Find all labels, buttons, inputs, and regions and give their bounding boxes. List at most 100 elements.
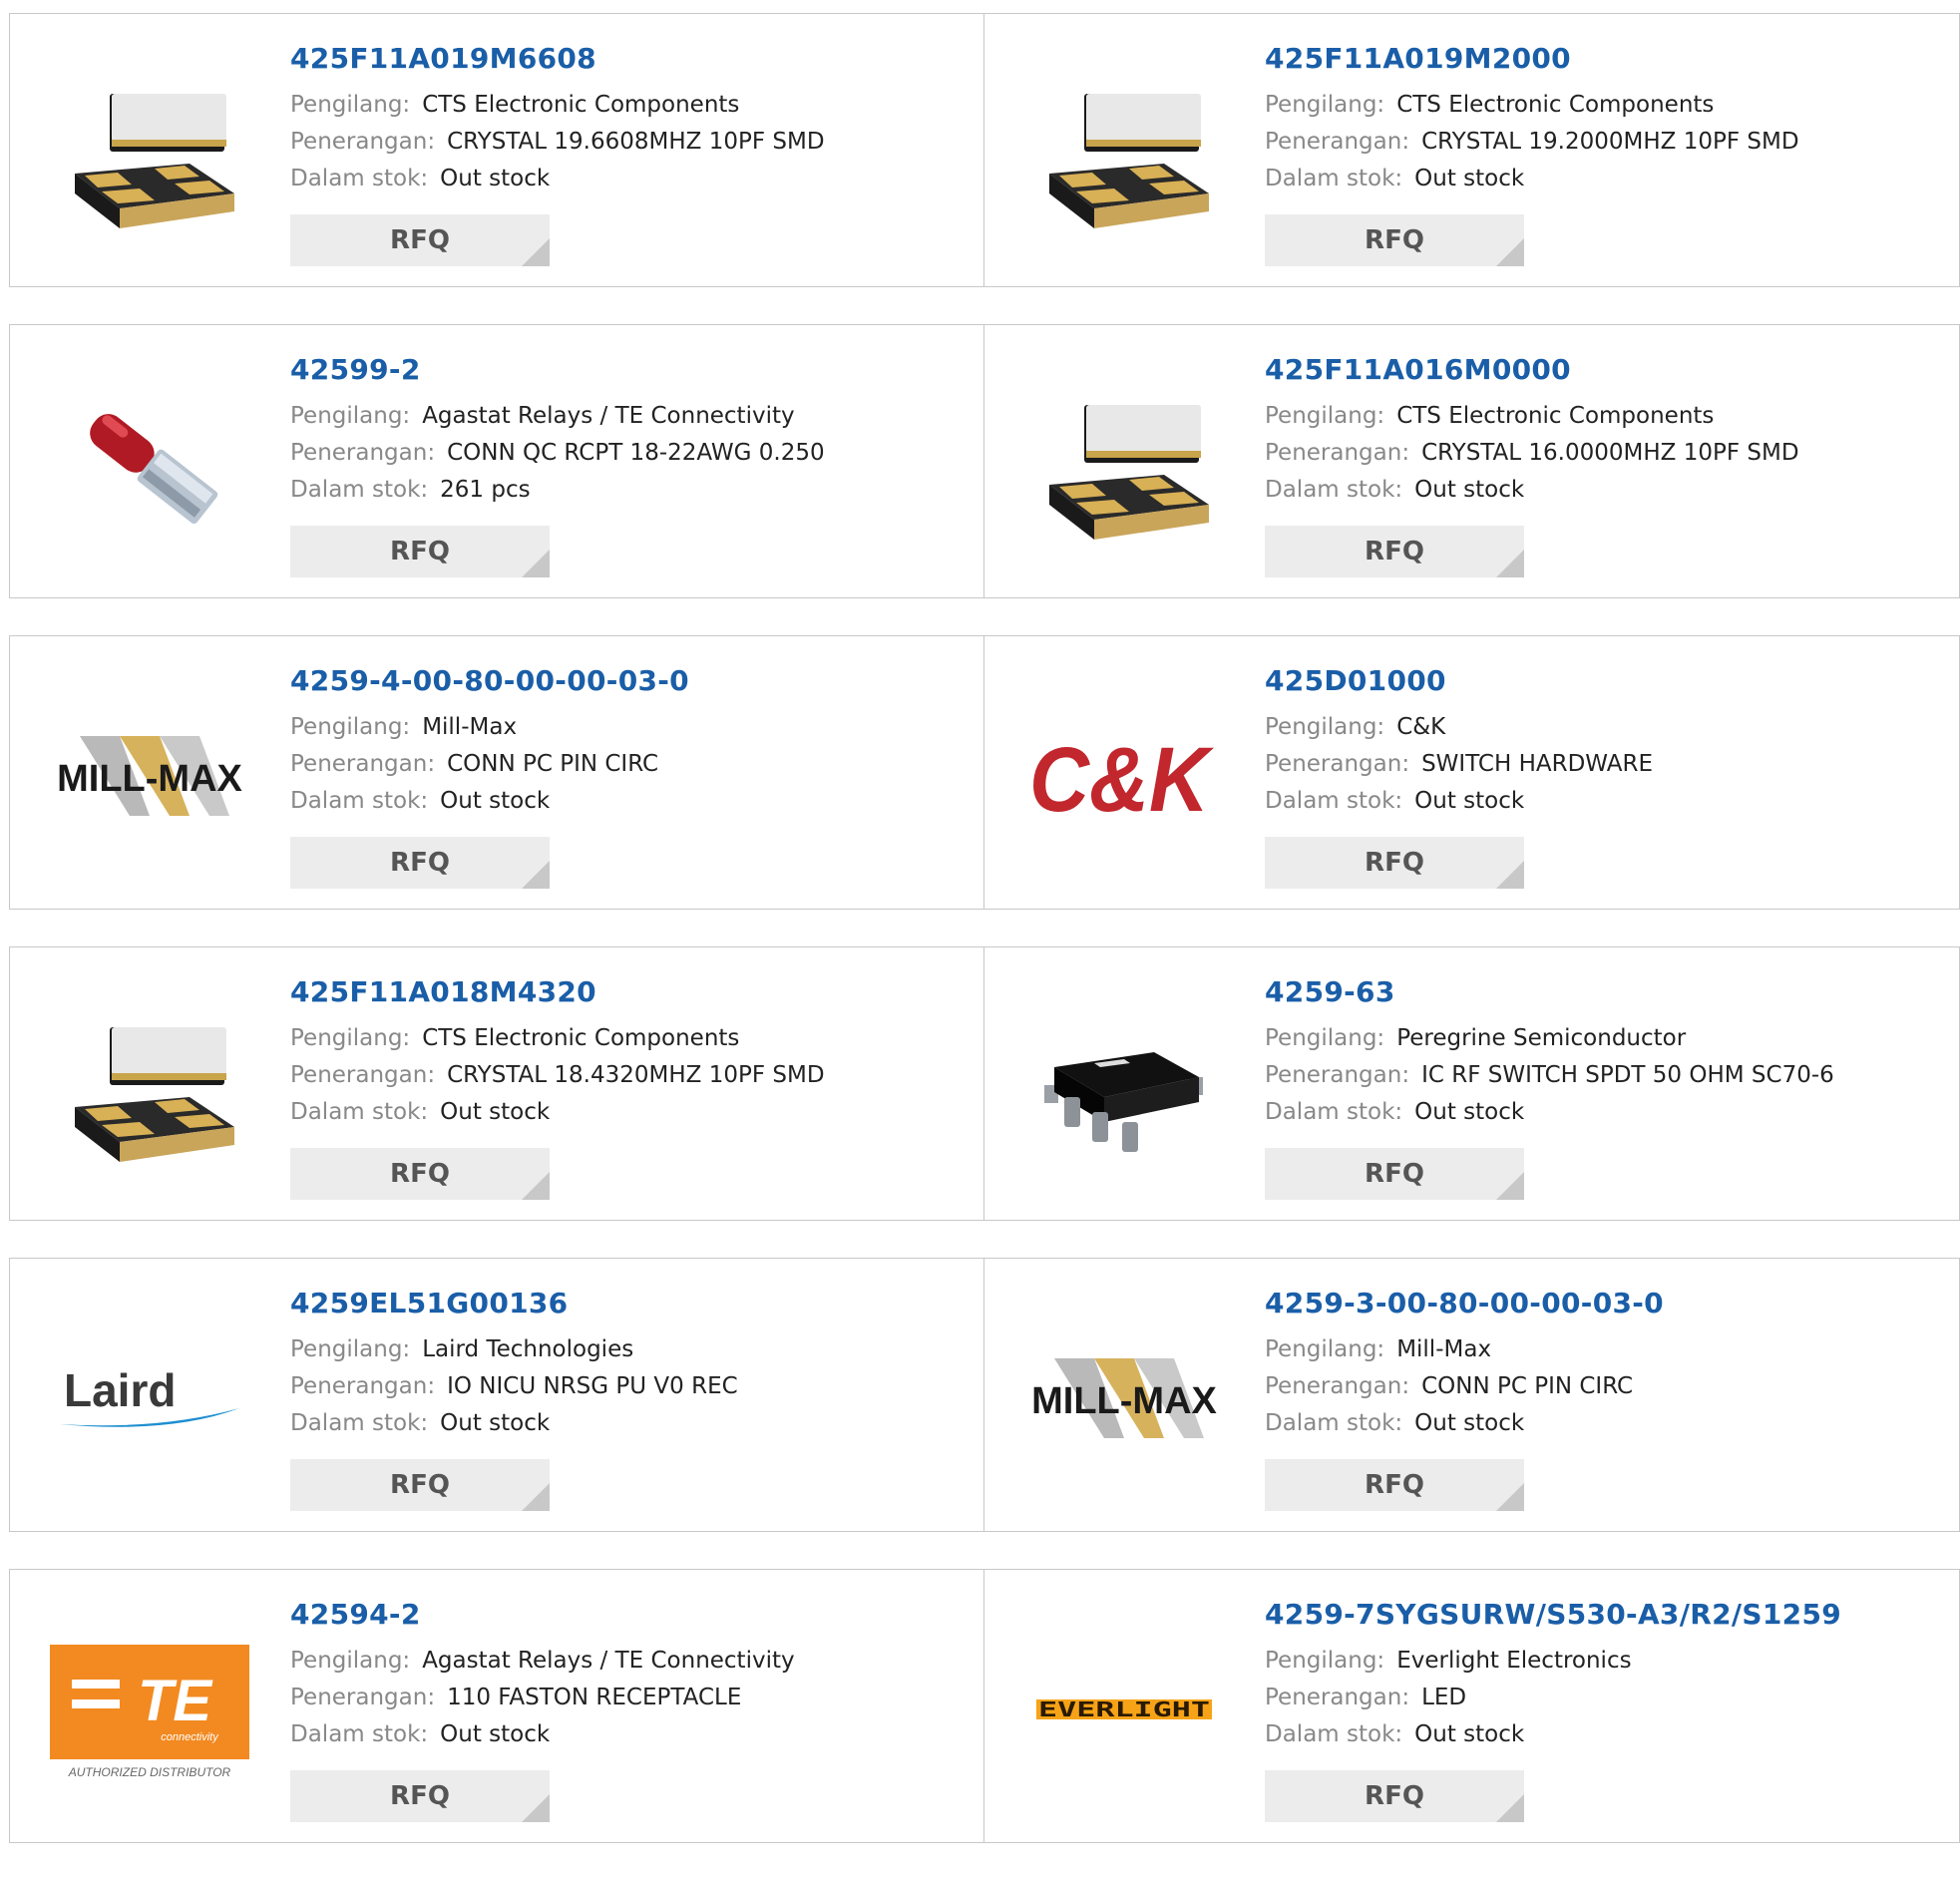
rfq-button[interactable]: RFQ [1265, 837, 1524, 889]
product-image[interactable]: TE connectivity AUTHORIZED DISTRIBUTOR [50, 1610, 249, 1809]
stock-value: Out stock [1414, 1721, 1525, 1747]
manufacturer-label: Pengilang: [1265, 714, 1385, 740]
manufacturer-value: C&K [1396, 714, 1446, 740]
te-logo-subtext: connectivity [161, 1731, 219, 1743]
manufacturer-label: Pengilang: [290, 1025, 411, 1051]
manufacturer-line: Pengilang: C&K [1265, 709, 1939, 746]
stock-label: Dalam stok: [1265, 1410, 1403, 1436]
manufacturer-value: Agastat Relays / TE Connectivity [422, 403, 795, 429]
part-number-link[interactable]: 4259-4-00-80-00-00-03-0 [290, 664, 964, 698]
rfq-button[interactable]: RFQ [290, 1770, 550, 1822]
part-number-link[interactable]: 425F11A018M4320 [290, 975, 964, 1009]
product-info: 4259EL51G00136 Pengilang: Laird Technolog… [290, 1287, 964, 1442]
description-label: Penerangan: [1265, 1373, 1410, 1399]
rfq-button[interactable]: RFQ [290, 837, 550, 889]
stock-line: Dalam stok: Out stock [290, 1405, 964, 1442]
description-value: IO NICU NRSG PU V0 REC [447, 1373, 738, 1399]
stock-value: Out stock [440, 1721, 551, 1747]
rfq-button[interactable]: RFQ [290, 1148, 550, 1200]
stock-label: Dalam stok: [290, 166, 429, 191]
manufacturer-label: Pengilang: [290, 403, 411, 429]
manufacturer-value: Peregrine Semiconductor [1396, 1025, 1687, 1051]
description-value: CONN QC RCPT 18-22AWG 0.250 [447, 440, 825, 466]
manufacturer-line: Pengilang: CTS Electronic Components [1265, 87, 1939, 124]
stock-line: Dalam stok: Out stock [1265, 783, 1939, 820]
product-image[interactable]: Laird [50, 1299, 249, 1498]
product-info: 4259-7SYGSURW/S530-A3/R2/S1259 Pengilang… [1265, 1598, 1939, 1753]
stock-label: Dalam stok: [290, 1721, 429, 1747]
rfq-button[interactable]: RFQ [1265, 1148, 1524, 1200]
description-value: CRYSTAL 19.2000MHZ 10PF SMD [1421, 129, 1799, 155]
stock-label: Dalam stok: [290, 1099, 429, 1125]
part-number-link[interactable]: 4259-7SYGSURW/S530-A3/R2/S1259 [1265, 1598, 1939, 1632]
mill-max-logo-text: MILL-MAX [57, 758, 242, 800]
crystal-smd-icon [1049, 94, 1209, 228]
product-image[interactable] [50, 54, 249, 253]
manufacturer-line: Pengilang: Agastat Relays / TE Connectivi… [290, 398, 964, 435]
part-number-link[interactable]: 425F11A016M0000 [1265, 353, 1939, 387]
product-card: 42599-2 Pengilang: Agastat Relays / TE Co… [9, 324, 984, 598]
description-value: CONN PC PIN CIRC [1421, 1373, 1634, 1399]
product-image[interactable]: C&K [1024, 676, 1224, 876]
ck-logo: C&K [1029, 729, 1215, 831]
product-row: 42599-2 Pengilang: Agastat Relays / TE Co… [9, 324, 1960, 598]
product-image[interactable] [1024, 987, 1224, 1187]
rfq-button[interactable]: RFQ [290, 1459, 550, 1511]
manufacturer-line: Pengilang: Laird Technologies [290, 1331, 964, 1368]
manufacturer-value: CTS Electronic Components [422, 1025, 740, 1051]
description-line: Penerangan: IC RF SWITCH SPDT 50 OHM SC70… [1265, 1057, 1939, 1094]
product-card: 425F11A016M0000 Pengilang: CTS Electronic… [984, 324, 1960, 598]
product-image[interactable]: MILL-MAX [1024, 1299, 1224, 1498]
product-row: MILL-MAX 4259-4-00-80-00-00-03-0 Pengila… [9, 635, 1960, 910]
part-number-link[interactable]: 4259-63 [1265, 975, 1939, 1009]
part-number-link[interactable]: 4259EL51G00136 [290, 1287, 964, 1320]
description-label: Penerangan: [1265, 1062, 1410, 1088]
rfq-button[interactable]: RFQ [1265, 1459, 1524, 1511]
manufacturer-value: CTS Electronic Components [1396, 92, 1715, 118]
stock-label: Dalam stok: [1265, 1721, 1403, 1747]
rfq-button[interactable]: RFQ [290, 214, 550, 266]
part-number-link[interactable]: 425F11A019M2000 [1265, 42, 1939, 76]
stock-value: Out stock [440, 166, 551, 191]
manufacturer-value: Laird Technologies [422, 1336, 634, 1362]
te-logo-text: TE [138, 1669, 213, 1733]
description-label: Penerangan: [1265, 440, 1410, 466]
manufacturer-label: Pengilang: [290, 1336, 411, 1362]
manufacturer-value: Mill-Max [422, 714, 518, 740]
part-number-link[interactable]: 425D01000 [1265, 664, 1939, 698]
stock-value: Out stock [440, 1410, 551, 1436]
description-value: CRYSTAL 16.0000MHZ 10PF SMD [1421, 440, 1799, 466]
everlight-logo-text: EVERLIGHT [1038, 1697, 1210, 1721]
description-line: Penerangan: CRYSTAL 18.4320MHZ 10PF SMD [290, 1057, 964, 1094]
stock-line: Dalam stok: Out stock [290, 161, 964, 197]
description-value: IC RF SWITCH SPDT 50 OHM SC70-6 [1421, 1062, 1834, 1088]
mill-max-logo-text: MILL-MAX [1031, 1380, 1217, 1422]
part-number-link[interactable]: 42594-2 [290, 1598, 964, 1632]
product-image[interactable]: EVERLIGHT [1024, 1610, 1224, 1809]
description-label: Penerangan: [290, 440, 436, 466]
part-number-link[interactable]: 4259-3-00-80-00-00-03-0 [1265, 1287, 1939, 1320]
manufacturer-line: Pengilang: CTS Electronic Components [290, 87, 964, 124]
rfq-button[interactable]: RFQ [1265, 1770, 1524, 1822]
product-image[interactable]: MILL-MAX [50, 676, 249, 876]
product-row: TE connectivity AUTHORIZED DISTRIBUTOR 4… [9, 1569, 1960, 1843]
product-info: 42599-2 Pengilang: Agastat Relays / TE Co… [290, 353, 964, 509]
description-label: Penerangan: [1265, 751, 1410, 777]
part-number-link[interactable]: 42599-2 [290, 353, 964, 387]
product-card: EVERLIGHT 4259-7SYGSURW/S530-A3/R2/S1259… [984, 1569, 1960, 1843]
stock-value: Out stock [1414, 1099, 1525, 1125]
rfq-button[interactable]: RFQ [1265, 526, 1524, 577]
product-card: C&K 425D01000 Pengilang: C&K Penerangan: S… [984, 635, 1960, 910]
description-label: Penerangan: [290, 1062, 436, 1088]
product-image[interactable] [50, 365, 249, 564]
stock-line: Dalam stok: Out stock [1265, 1405, 1939, 1442]
product-image[interactable] [1024, 54, 1224, 253]
product-image[interactable] [1024, 365, 1224, 564]
product-info: 4259-4-00-80-00-00-03-0 Pengilang: Mill-M… [290, 664, 964, 820]
rfq-button[interactable]: RFQ [1265, 214, 1524, 266]
description-line: Penerangan: CONN PC PIN CIRC [290, 746, 964, 783]
rfq-button[interactable]: RFQ [290, 526, 550, 577]
part-number-link[interactable]: 425F11A019M6608 [290, 42, 964, 76]
product-image[interactable] [50, 987, 249, 1187]
manufacturer-value: CTS Electronic Components [422, 92, 740, 118]
